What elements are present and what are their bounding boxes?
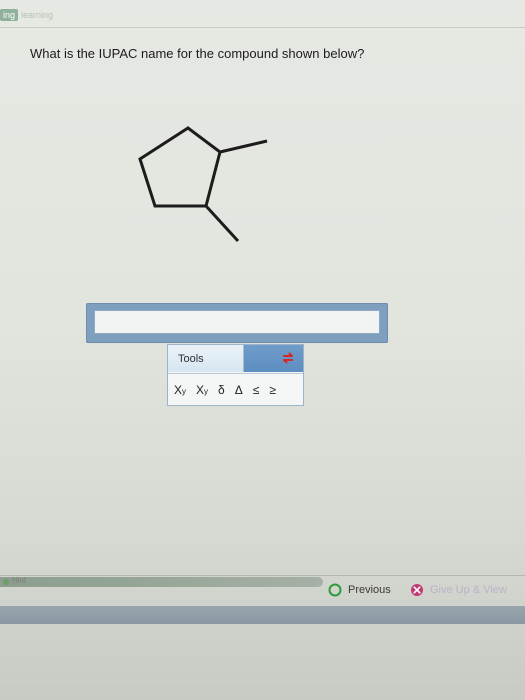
tools-symbols: Xy Xy δ Δ ≤ ≥	[168, 373, 303, 405]
delta-upper-button[interactable]: Δ	[235, 384, 243, 396]
hint-icon	[2, 578, 10, 586]
tools-label: Tools	[178, 353, 204, 365]
leq-button[interactable]: ≤	[253, 384, 260, 396]
hint-label: Hint	[12, 576, 27, 585]
header-divider	[0, 27, 525, 28]
previous-icon	[328, 583, 342, 597]
answer-input[interactable]	[94, 310, 380, 334]
give-up-icon	[411, 584, 423, 596]
answer-box	[86, 303, 388, 343]
brand-part-a: ing	[0, 9, 19, 21]
delta-lower-button[interactable]: δ	[218, 384, 225, 396]
question-text: What is the IUPAC name for the compound …	[30, 46, 365, 61]
previous-label: Previous	[348, 584, 391, 596]
footer-divider	[0, 575, 525, 576]
give-up-label: Give Up & View	[430, 584, 507, 596]
tools-header	[244, 345, 303, 372]
swap-arrows-icon[interactable]	[281, 351, 295, 365]
previous-button[interactable]: Previous	[328, 583, 391, 597]
subscript-base: X	[174, 382, 183, 397]
superscript-base: X	[196, 382, 205, 397]
hint-button[interactable]: Hint	[0, 576, 323, 587]
brand-part-b: learning	[21, 10, 54, 20]
superscript-button[interactable]: Xy	[196, 384, 208, 396]
subscript-button[interactable]: Xy	[174, 384, 186, 396]
geq-button[interactable]: ≥	[269, 384, 276, 396]
tools-tab[interactable]: Tools	[168, 345, 244, 372]
compound-structure	[120, 110, 290, 260]
bottom-status-bar	[0, 606, 525, 624]
give-up-button[interactable]: Give Up & View	[410, 583, 507, 597]
brand-logo: ing learning	[0, 6, 110, 24]
tools-panel: Tools Xy Xy δ Δ ≤ ≥	[167, 344, 304, 406]
